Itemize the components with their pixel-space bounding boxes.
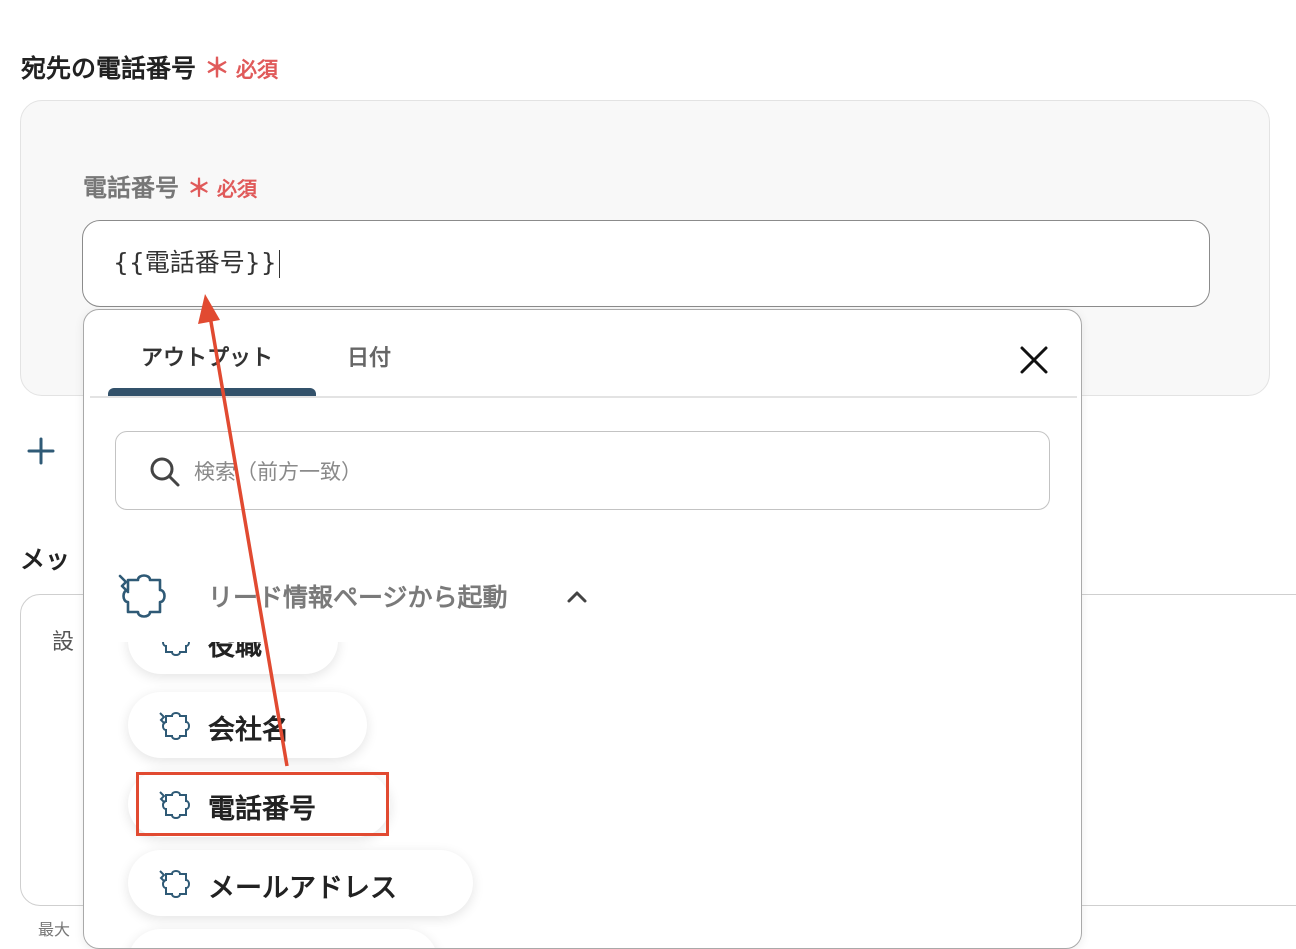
puzzle-icon [162,642,190,656]
text-caret [278,250,281,278]
plus-icon[interactable] [26,436,56,466]
section-title-text: 宛先の電話番号 [21,54,197,83]
search-icon [150,457,180,487]
list-item-job-title[interactable]: 役職 [128,642,338,674]
tab-date[interactable]: 日付 [347,340,391,372]
phone-number-value: {{電話番号}} [113,248,277,277]
required-label: 必須 [217,177,257,201]
required-star: ＊ [204,54,231,84]
list-item-label: 会社名 [208,715,289,746]
list-item-email[interactable]: メールアドレス [128,850,473,916]
required-label: 必須 [236,58,279,82]
variable-picker-popup: アウトプット 日付 検索（前方一致） リード情報ページから起動 役職 会社名 電… [83,309,1082,949]
required-marker: ＊必須 [196,54,279,84]
required-marker: ＊必須 [179,174,257,202]
active-tab-indicator [108,388,316,396]
chevron-up-icon[interactable] [564,584,590,610]
required-star: ＊ [187,174,211,202]
list-item-label: 役職 [208,642,262,662]
output-group-label: リード情報ページから起動 [208,583,508,612]
puzzle-icon [159,712,190,740]
tab-divider [90,396,1077,398]
list-item[interactable] [128,929,438,948]
message-heading: メッ [20,545,71,574]
search-input[interactable]: 検索（前方一致） [115,431,1050,510]
list-item-company[interactable]: 会社名 [128,692,367,758]
list-item-label: メールアドレス [208,873,397,904]
message-placeholder: 設 [52,630,75,655]
phone-number-input[interactable]: {{電話番号}} [82,220,1210,307]
close-icon[interactable] [1014,340,1054,380]
annotation-highlight-box [136,772,389,836]
tab-output[interactable]: アウトプット [141,340,273,372]
puzzle-icon [159,870,190,898]
output-group-header[interactable]: リード情報ページから起動 [116,566,1056,622]
puzzle-icon [118,574,166,618]
search-placeholder: 検索（前方一致） [194,460,362,484]
phone-field-label: 電話番号＊必須 [83,168,257,203]
phone-field-label-text: 電話番号 [83,174,179,202]
max-length-note: 最大 [38,920,71,939]
section-title: 宛先の電話番号＊必須 [21,48,278,85]
